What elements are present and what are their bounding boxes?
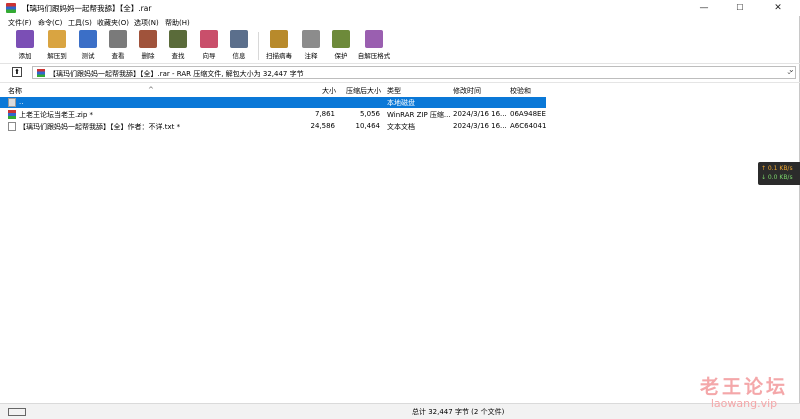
network-speed-widget: ↑ 0.1 KB/s ↓ 0.0 KB/s: [758, 162, 800, 185]
rar-file-icon: [37, 69, 45, 77]
download-speed: ↓ 0.0 KB/s: [761, 174, 793, 181]
table-row[interactable]: 上老王论坛当老王.zip * 7,861 5,056 WinRAR ZIP 压缩…: [0, 109, 546, 120]
col-crc[interactable]: 校验和: [510, 86, 531, 96]
find-button[interactable]: 查找: [163, 30, 193, 62]
protect-icon: [332, 30, 350, 48]
menu-tools[interactable]: 工具(S): [68, 18, 92, 28]
delete-icon: [139, 30, 157, 48]
menu-favorites[interactable]: 收藏夹(O): [97, 18, 129, 28]
toolbar: 添加 解压到 测试 查看 删除 查找 向导 信息 扫描病毒 注释 保护 自解压格…: [0, 28, 800, 74]
address-bar: ⬆ 【璃玛们跟妈妈一起帮我舔】【全】.rar - RAR 压缩文件, 解包大小为…: [0, 65, 800, 80]
extract-to-button[interactable]: 解压到: [42, 30, 72, 62]
view-button[interactable]: 查看: [103, 30, 133, 62]
file-list: ^ 名称 大小 压缩后大小 类型 修改时间 校验和 .. 本地磁盘 上老王论坛当…: [0, 82, 800, 402]
table-row[interactable]: .. 本地磁盘: [0, 97, 546, 108]
menu-commands[interactable]: 命令(C): [38, 18, 62, 28]
col-name[interactable]: 名称: [8, 86, 22, 96]
view-icon: [109, 30, 127, 48]
delete-button[interactable]: 删除: [133, 30, 163, 62]
scan-virus-button[interactable]: 扫描病毒: [262, 30, 296, 62]
sfx-icon: [365, 30, 383, 48]
watermark: 老王论坛 laowang.vip: [700, 372, 788, 410]
watermark-en: laowang.vip: [710, 397, 778, 410]
find-icon: [169, 30, 187, 48]
info-button[interactable]: 信息: [224, 30, 254, 62]
add-icon: [16, 30, 34, 48]
zip-file-icon: [8, 110, 16, 119]
window-title: 【璃玛们跟妈妈一起帮我舔】【全】.rar: [22, 4, 152, 13]
minimize-button[interactable]: —: [690, 0, 718, 16]
parent-folder-icon: [8, 98, 16, 107]
add-button[interactable]: 添加: [10, 30, 40, 62]
sfx-button[interactable]: 自解压格式: [356, 30, 392, 62]
upload-speed: ↑ 0.1 KB/s: [761, 165, 793, 172]
col-type[interactable]: 类型: [387, 86, 401, 96]
title-bar: 【璃玛们跟妈妈一起帮我舔】【全】.rar — ☐ ✕: [0, 0, 800, 16]
menu-bar: 文件(F) 命令(C) 工具(S) 收藏夹(O) 选项(N) 帮助(H): [0, 16, 800, 28]
up-folder-button[interactable]: ⬆: [12, 67, 22, 77]
winrar-app-icon: [6, 3, 16, 13]
address-text: 【璃玛们跟妈妈一起帮我舔】【全】.rar - RAR 压缩文件, 解包大小为 3…: [49, 70, 304, 78]
sort-indicator-icon: ^: [148, 86, 154, 94]
address-field[interactable]: 【璃玛们跟妈妈一起帮我舔】【全】.rar - RAR 压缩文件, 解包大小为 3…: [32, 66, 796, 79]
comment-button[interactable]: 注释: [296, 30, 326, 62]
winrar-window: 【璃玛们跟妈妈一起帮我舔】【全】.rar — ☐ ✕ 文件(F) 命令(C) 工…: [0, 0, 800, 419]
text-file-icon: [8, 122, 16, 131]
wizard-icon: [200, 30, 218, 48]
col-packed[interactable]: 压缩后大小: [346, 86, 381, 96]
menu-file[interactable]: 文件(F): [8, 18, 32, 28]
info-icon: [230, 30, 248, 48]
test-button[interactable]: 测试: [73, 30, 103, 62]
test-icon: [79, 30, 97, 48]
watermark-cn: 老王论坛: [700, 376, 789, 398]
menu-options[interactable]: 选项(N): [134, 18, 159, 28]
column-header: ^ 名称 大小 压缩后大小 类型 修改时间 校验和: [0, 83, 800, 96]
address-dropdown-icon[interactable]: ⌄: [786, 68, 792, 76]
protect-button[interactable]: 保护: [326, 30, 356, 62]
status-text: 总计 32,447 字节 (2 个文件): [412, 408, 505, 416]
toolbar-separator: [258, 32, 259, 60]
comment-icon: [302, 30, 320, 48]
maximize-button[interactable]: ☐: [726, 0, 754, 16]
scan-icon: [270, 30, 288, 48]
col-modified[interactable]: 修改时间: [453, 86, 481, 96]
extract-icon: [48, 30, 66, 48]
wizard-button[interactable]: 向导: [194, 30, 224, 62]
table-row[interactable]: 【璃玛们跟妈妈一起帮我舔】【全】作者：不详.txt * 24,586 10,46…: [0, 121, 546, 132]
close-button[interactable]: ✕: [764, 0, 792, 16]
drive-icon: [8, 408, 26, 416]
menu-help[interactable]: 帮助(H): [165, 18, 190, 28]
col-size[interactable]: 大小: [322, 86, 336, 96]
status-bar: 总计 32,447 字节 (2 个文件): [0, 403, 800, 419]
